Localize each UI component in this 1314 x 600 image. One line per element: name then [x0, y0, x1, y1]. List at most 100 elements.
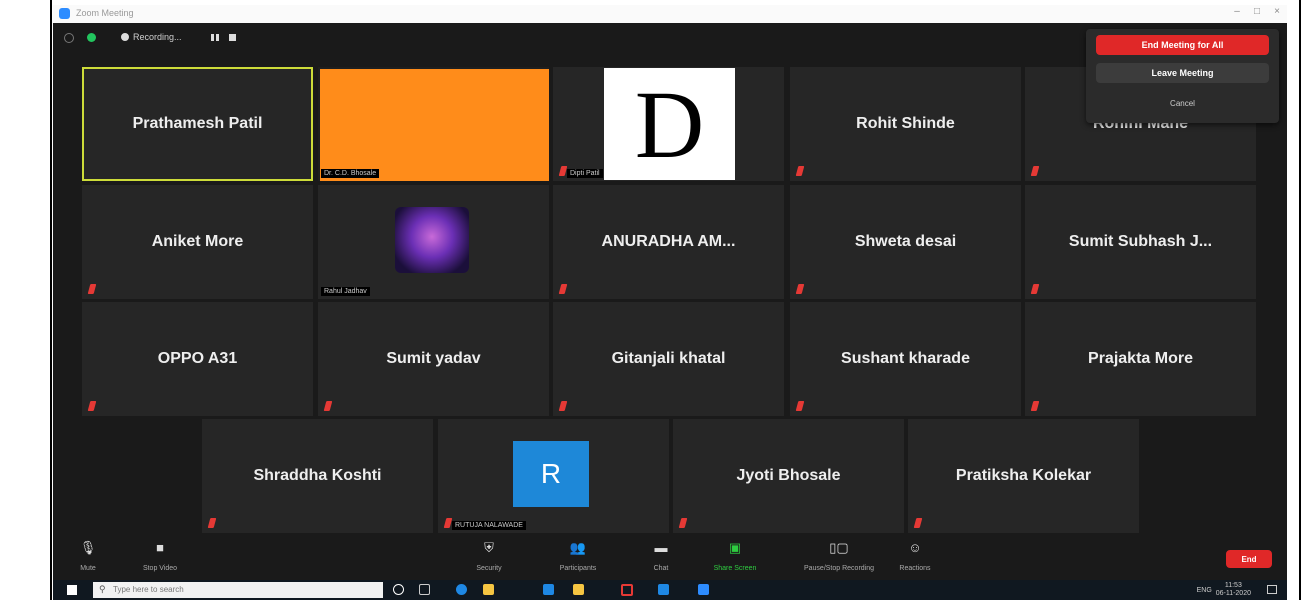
participant-name: Rohit Shinde — [856, 115, 955, 132]
participant-tile[interactable]: Prajakta More — [1025, 302, 1256, 416]
participant-tile[interactable]: Aniket More — [82, 185, 313, 299]
participant-tile[interactable]: Rahul Jadhav — [318, 185, 549, 299]
windows-start-icon[interactable] — [67, 585, 77, 595]
leave-meeting-button[interactable]: Leave Meeting — [1096, 63, 1269, 83]
participants-button[interactable]: 👥 Participants — [538, 540, 618, 573]
participant-name: Jyoti Bhosale — [736, 467, 841, 484]
mute-button[interactable]: 🎙 Mute — [48, 540, 128, 573]
participant-name: Prajakta More — [1088, 350, 1193, 367]
participant-name: Prathamesh Patil — [132, 115, 263, 132]
participant-name-tag: Dipti Patil — [567, 169, 603, 178]
window-title: Zoom Meeting — [76, 8, 134, 18]
chat-icon: ▬ — [654, 540, 668, 555]
clock-date[interactable]: 06-11-2020 — [1216, 590, 1251, 597]
security-label: Security — [476, 565, 502, 572]
participant-name: Sumit Subhash J... — [1068, 233, 1213, 250]
profile-picture-d: D — [604, 68, 735, 180]
security-button[interactable]: ⛨ Security — [449, 540, 529, 573]
participant-tile[interactable]: Jyoti Bhosale — [673, 419, 904, 533]
avatar-letter-r: R — [513, 441, 589, 507]
windows-taskbar: ⚲ Type here to search ENG 11:53 06-11-20… — [53, 580, 1287, 600]
participant-tile[interactable]: Shweta desai — [790, 185, 1021, 299]
participant-tile[interactable]: R RUTUJA NALAWADE — [438, 419, 669, 533]
minimize-button[interactable]: – — [1229, 6, 1245, 17]
mute-label: Mute — [80, 565, 96, 572]
participant-name: ANURADHA AM... — [601, 233, 736, 250]
recording-indicator-icon — [121, 33, 129, 41]
end-button[interactable]: End — [1226, 550, 1272, 568]
participant-name-tag: RUTUJA NALAWADE — [452, 521, 526, 530]
participant-tile[interactable]: Pratiksha Kolekar — [908, 419, 1139, 533]
video-camera-icon: ■ — [156, 540, 164, 555]
share-screen-button[interactable]: ▣ Share Screen — [695, 540, 775, 573]
connection-status-icon[interactable] — [87, 33, 96, 42]
language-indicator[interactable]: ENG — [1197, 587, 1212, 594]
system-tray: ENG 11:53 06-11-2020 — [1197, 582, 1251, 598]
reactions-label: Reactions — [899, 565, 931, 572]
chat-button[interactable]: ▬ Chat — [621, 540, 701, 573]
chat-label: Chat — [653, 565, 669, 572]
end-meeting-menu: End Meeting for All Leave Meeting Cancel — [1086, 29, 1279, 123]
encryption-shield-icon[interactable] — [64, 33, 74, 43]
video-feed-orange — [320, 69, 549, 181]
participant-name: Aniket More — [151, 233, 244, 250]
participants-label: Participants — [559, 565, 597, 572]
participant-tile[interactable]: Gitanjali khatal — [553, 302, 784, 416]
share-screen-label: Share Screen — [713, 565, 757, 572]
participant-name: Pratiksha Kolekar — [955, 467, 1092, 484]
zoom-app-icon — [59, 8, 70, 19]
participant-name: Sumit yadav — [386, 350, 481, 367]
participant-name: Shraddha Koshti — [253, 467, 382, 484]
end-meeting-for-all-button[interactable]: End Meeting for All — [1096, 35, 1269, 55]
share-screen-icon: ▣ — [728, 540, 742, 555]
participant-name-tag: Rahul Jadhav — [321, 287, 370, 296]
cancel-button[interactable]: Cancel — [1096, 93, 1269, 113]
participant-tile[interactable]: ANURADHA AM... — [553, 185, 784, 299]
close-button[interactable]: × — [1269, 6, 1285, 17]
participant-tile[interactable]: OPPO A31 — [82, 302, 313, 416]
file-explorer-icon[interactable] — [483, 584, 494, 595]
participants-icon: 👥 — [569, 540, 587, 555]
microphone-icon: 🎙 — [79, 540, 97, 555]
zoom-taskbar-icon[interactable] — [698, 584, 709, 595]
clock-time[interactable]: 11:53 — [1225, 582, 1242, 589]
zoom-window: Zoom Meeting – □ × Recording... Prathame… — [53, 5, 1287, 580]
participant-name: OPPO A31 — [157, 350, 238, 367]
mail-icon[interactable] — [658, 584, 669, 595]
taskbar-search-box[interactable]: ⚲ Type here to search — [93, 582, 383, 598]
stop-video-label: Stop Video — [142, 565, 178, 572]
edge-icon[interactable] — [456, 584, 467, 595]
pause-recording-icon[interactable] — [211, 34, 219, 41]
maximize-button[interactable]: □ — [1249, 6, 1265, 17]
participant-tile[interactable]: D Dipti Patil — [553, 67, 784, 181]
search-icon: ⚲ — [99, 584, 106, 594]
stop-recording-icon[interactable] — [229, 34, 236, 41]
participant-name-tag: Dr. C.D. Bhosale — [321, 169, 380, 178]
notification-icon[interactable] — [1267, 585, 1277, 594]
participant-tile[interactable]: Prathamesh Patil — [82, 67, 313, 181]
stop-video-button[interactable]: ■ Stop Video — [120, 540, 200, 573]
task-view-icon[interactable] — [419, 584, 430, 595]
participant-tile[interactable]: Sumit yadav — [318, 302, 549, 416]
folder-icon[interactable] — [573, 584, 584, 595]
app-icon-red[interactable] — [621, 584, 633, 596]
participant-tile[interactable]: Sushant kharade — [790, 302, 1021, 416]
cortana-icon[interactable] — [393, 584, 404, 595]
participant-name: Gitanjali khatal — [611, 350, 726, 367]
recording-status: Recording... — [133, 32, 182, 42]
title-bar: Zoom Meeting – □ × — [53, 5, 1287, 23]
store-icon[interactable] — [543, 584, 554, 595]
reactions-button[interactable]: ☺ Reactions — [875, 540, 955, 573]
shield-icon: ⛨ — [484, 540, 494, 555]
participant-tile[interactable]: Dr. C.D. Bhosale — [318, 67, 549, 181]
participant-tile[interactable]: Sumit Subhash J... — [1025, 185, 1256, 299]
reactions-icon: ☺ — [908, 540, 922, 555]
participant-tile[interactable]: Rohit Shinde — [790, 67, 1021, 181]
pause-stop-icon: ▯▢ — [829, 540, 849, 555]
participant-name: Sushant kharade — [841, 350, 970, 367]
search-placeholder: Type here to search — [113, 585, 184, 594]
participant-tile[interactable]: Shraddha Koshti — [202, 419, 433, 533]
participant-name: Shweta desai — [854, 233, 957, 250]
meeting-controls: 🎙 Mute ■ Stop Video ⛨ Security 👥 Partici… — [53, 535, 1287, 580]
profile-picture-deity — [395, 207, 469, 273]
